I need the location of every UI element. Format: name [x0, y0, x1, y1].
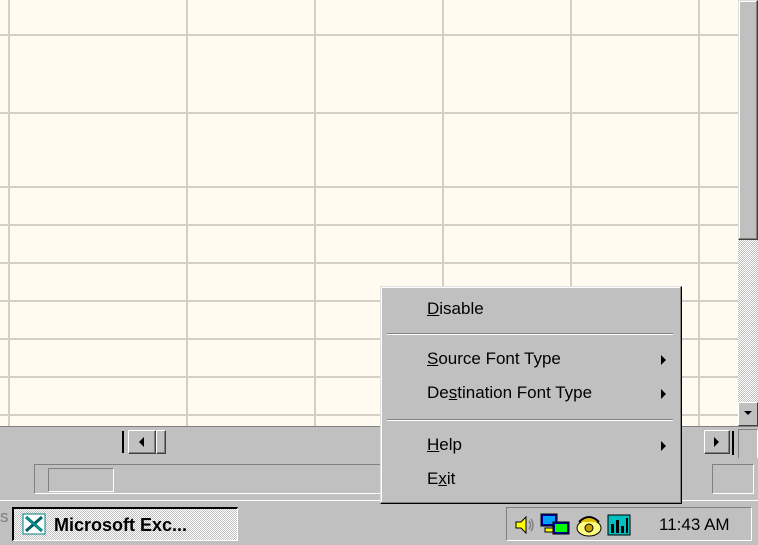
scroll-right-button[interactable] — [704, 430, 730, 454]
gridline — [8, 0, 10, 426]
menu-item-help[interactable]: Help — [383, 431, 679, 461]
size-box — [738, 429, 758, 459]
submenu-arrow-icon — [661, 355, 666, 365]
scroll-down-button[interactable] — [738, 402, 758, 426]
taskbar-button-label: Microsoft Exc... — [54, 515, 188, 535]
menu-item-label: Destination Font Type — [427, 383, 593, 402]
gridline — [0, 224, 738, 226]
excel-icon — [22, 513, 46, 535]
scrollbar-edge — [732, 431, 734, 455]
clock[interactable]: 11:43 AM — [659, 515, 730, 535]
scroll-left-button[interactable] — [128, 430, 156, 454]
status-panel-indicator — [712, 464, 754, 494]
menu-item-disable[interactable]: Disable — [383, 295, 679, 325]
submenu-arrow-icon — [661, 389, 666, 399]
phone-icon[interactable] — [575, 512, 603, 538]
gridline — [0, 34, 738, 36]
gridline — [0, 262, 738, 264]
tray-context-menu: Disable Source Font Type Destination Fon… — [380, 286, 682, 504]
menu-item-destination-font-type[interactable]: Destination Font Type — [383, 379, 679, 409]
menu-separator — [387, 333, 673, 335]
gridline — [186, 0, 188, 426]
menu-separator — [387, 419, 673, 421]
menu-item-label: Source Font Type — [427, 349, 561, 368]
system-meter-icon[interactable] — [607, 514, 631, 536]
horizontal-scroll-thumb[interactable] — [156, 430, 166, 454]
system-tray: 11:43 AM — [506, 507, 752, 541]
submenu-arrow-icon — [661, 441, 666, 451]
gridline — [0, 186, 738, 188]
vertical-scroll-thumb[interactable] — [738, 0, 758, 240]
gridline — [314, 0, 316, 426]
status-panel-mode — [48, 468, 114, 492]
excel-taskbar-button[interactable]: Microsoft Exc... — [12, 507, 238, 541]
arrow-left-icon — [139, 437, 144, 447]
arrow-right-icon — [714, 437, 719, 447]
gridline — [0, 112, 738, 114]
menu-item-label: Exit — [427, 469, 456, 488]
speaker-icon[interactable] — [513, 514, 537, 536]
menu-item-exit[interactable]: Exit — [383, 465, 679, 495]
start-button-edge[interactable]: s — [0, 507, 9, 527]
taskbar: s Microsoft Exc... 11:43 AM — [0, 500, 758, 545]
menu-item-label: Disable — [427, 299, 484, 318]
vertical-scrollbar[interactable] — [738, 0, 758, 426]
menu-item-source-font-type[interactable]: Source Font Type — [383, 345, 679, 375]
vertical-scroll-track[interactable] — [738, 240, 758, 402]
gridline — [698, 0, 700, 426]
arrow-down-icon — [744, 411, 752, 415]
menu-item-label: Help — [427, 435, 462, 454]
tab-split-divider[interactable] — [122, 431, 124, 453]
network-monitor-icon[interactable] — [539, 512, 573, 538]
